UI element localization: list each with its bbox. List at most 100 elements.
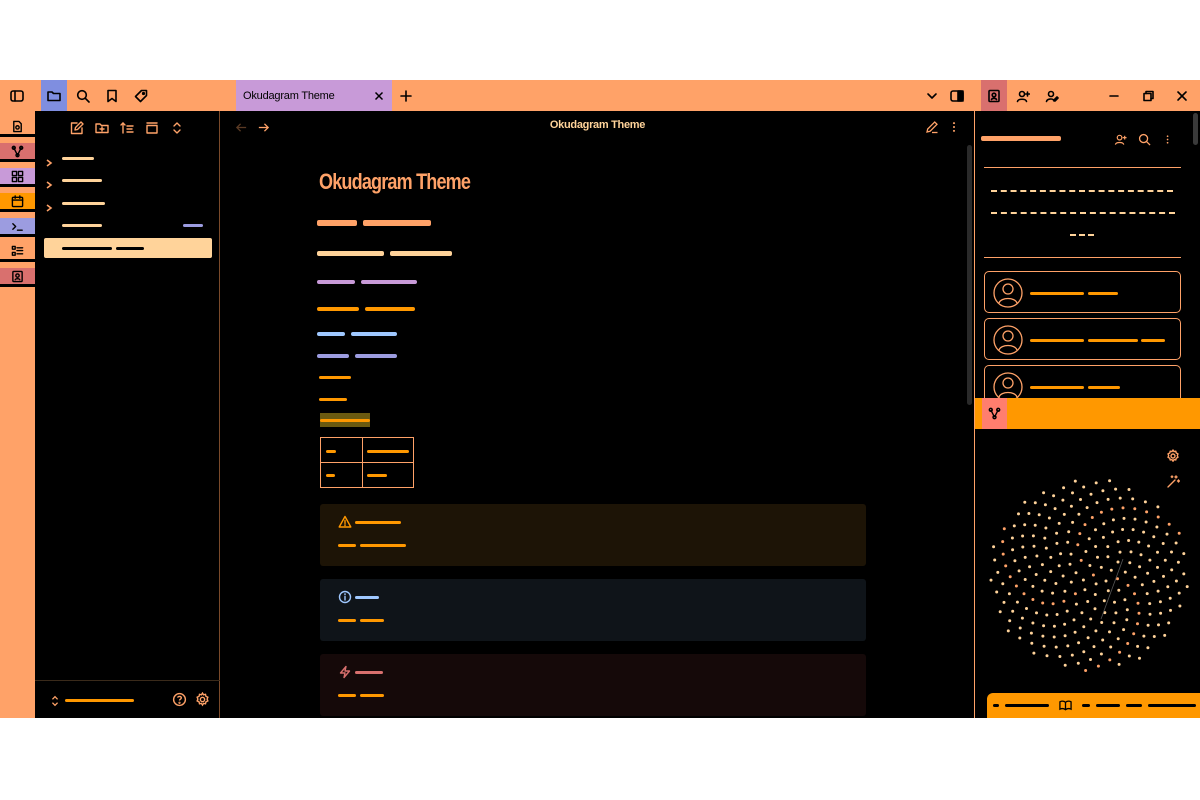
graph-node[interactable] <box>1077 512 1081 516</box>
graph-node[interactable] <box>1136 601 1140 605</box>
graph-node[interactable] <box>1092 645 1096 649</box>
new-tab-button[interactable] <box>396 80 416 111</box>
tree-folder[interactable] <box>44 148 212 168</box>
graph-node[interactable] <box>1145 510 1149 514</box>
graph-node[interactable] <box>1129 550 1133 554</box>
graph-node[interactable] <box>1168 596 1172 600</box>
graph-node[interactable] <box>1001 582 1005 586</box>
graph-node[interactable] <box>1033 501 1037 505</box>
tab-close-button[interactable] <box>372 88 386 102</box>
tree-file[interactable] <box>44 215 212 235</box>
graph-node[interactable] <box>1063 589 1067 593</box>
graph-node[interactable] <box>1178 604 1182 608</box>
graph-node[interactable] <box>1042 491 1046 495</box>
graph-node[interactable] <box>1110 507 1114 511</box>
graph-node[interactable] <box>1083 523 1087 527</box>
graph-node[interactable] <box>1104 579 1108 583</box>
graph-node[interactable] <box>1072 618 1076 622</box>
graph-node[interactable] <box>1040 563 1044 567</box>
graph-node[interactable] <box>1142 634 1146 638</box>
graph-node[interactable] <box>1025 607 1028 610</box>
graph-node[interactable] <box>1062 486 1066 490</box>
graph-node[interactable] <box>1118 496 1122 500</box>
graph-node[interactable] <box>1121 506 1125 510</box>
graph-node[interactable] <box>1017 569 1021 573</box>
graph-node[interactable] <box>1094 582 1098 586</box>
graph-node[interactable] <box>1044 526 1048 530</box>
graph-node[interactable] <box>1040 589 1044 593</box>
sidebar-toggle-button[interactable] <box>4 80 30 111</box>
graph-node[interactable] <box>1059 552 1063 556</box>
graph-node[interactable] <box>1121 528 1125 531</box>
graph-node[interactable] <box>1051 602 1055 606</box>
graph-node[interactable] <box>1029 631 1033 635</box>
graph-node[interactable] <box>1037 513 1041 517</box>
note-header-title[interactable]: Okudagram Theme <box>221 119 974 131</box>
graph-node[interactable] <box>1088 564 1092 567</box>
settings-button[interactable] <box>195 691 210 711</box>
graph-node[interactable] <box>1099 565 1103 569</box>
graph-node[interactable] <box>1146 623 1150 627</box>
book-open-icon[interactable] <box>1059 699 1072 712</box>
graph-node[interactable] <box>1174 579 1178 583</box>
graph-node[interactable] <box>1086 600 1090 603</box>
graph-node[interactable] <box>1166 585 1170 589</box>
graph-node[interactable] <box>1082 485 1086 489</box>
graph-node[interactable] <box>1031 584 1035 588</box>
graph-node[interactable] <box>1093 593 1097 596</box>
graph-node[interactable] <box>1167 522 1171 526</box>
contact-card[interactable] <box>984 365 1181 402</box>
graph-node[interactable] <box>1051 591 1055 595</box>
graph-node[interactable] <box>1052 494 1056 498</box>
graph-node[interactable] <box>1108 630 1111 634</box>
ribbon-command-palette[interactable] <box>0 218 35 237</box>
graph-node[interactable] <box>1096 664 1100 668</box>
vault-switch-button[interactable] <box>49 693 61 712</box>
graph-node[interactable] <box>1055 541 1059 545</box>
graph-node[interactable] <box>995 590 999 594</box>
minimize-button[interactable] <box>1102 80 1126 111</box>
graph-node[interactable] <box>1163 558 1167 562</box>
expand-collapse-button[interactable] <box>170 120 186 136</box>
graph-node[interactable] <box>1018 636 1022 640</box>
graph-node[interactable] <box>1063 622 1067 626</box>
graph-node[interactable] <box>1031 621 1035 625</box>
files-tab-button[interactable] <box>41 80 67 111</box>
graph-node[interactable] <box>1143 500 1147 504</box>
graph-node[interactable] <box>1108 658 1112 662</box>
tab-list-button[interactable] <box>922 80 942 111</box>
graph-node[interactable] <box>1021 545 1025 549</box>
graph-node[interactable] <box>1022 592 1026 596</box>
ribbon-graph[interactable] <box>0 143 35 162</box>
graph-node[interactable] <box>1076 661 1080 665</box>
graph-node[interactable] <box>1030 641 1034 645</box>
graph-node[interactable] <box>1084 669 1088 672</box>
graph-node[interactable] <box>1055 531 1059 535</box>
graph-node[interactable] <box>1106 555 1110 559</box>
graph-node[interactable] <box>1177 531 1181 535</box>
graph-node[interactable] <box>1043 503 1047 507</box>
graph-node[interactable] <box>1053 507 1057 511</box>
graph-node[interactable] <box>1118 650 1122 654</box>
graph-node[interactable] <box>1146 646 1150 650</box>
graph-node[interactable] <box>1138 565 1142 569</box>
graph-node[interactable] <box>1035 611 1038 615</box>
graph-node[interactable] <box>1117 588 1121 592</box>
graph-node[interactable] <box>1079 498 1082 501</box>
graph-node[interactable] <box>1152 635 1156 638</box>
graph-node[interactable] <box>1034 573 1038 576</box>
graph-node[interactable] <box>1033 523 1037 527</box>
graph-node[interactable] <box>1156 505 1160 509</box>
graph-node[interactable] <box>1020 616 1024 620</box>
graph-node[interactable] <box>1049 555 1053 559</box>
graph-node[interactable] <box>1042 644 1046 648</box>
graph-node[interactable] <box>1114 611 1118 615</box>
graph-node[interactable] <box>1127 539 1131 542</box>
tab-okudagram-theme[interactable]: Okudagram Theme <box>236 80 392 111</box>
graph-node[interactable] <box>1142 530 1146 534</box>
graph-node[interactable] <box>1117 662 1121 666</box>
graph-node[interactable] <box>1012 524 1016 528</box>
graph-node[interactable] <box>1057 521 1061 525</box>
graph-node[interactable] <box>1006 629 1010 633</box>
graph-node[interactable] <box>1102 522 1106 526</box>
